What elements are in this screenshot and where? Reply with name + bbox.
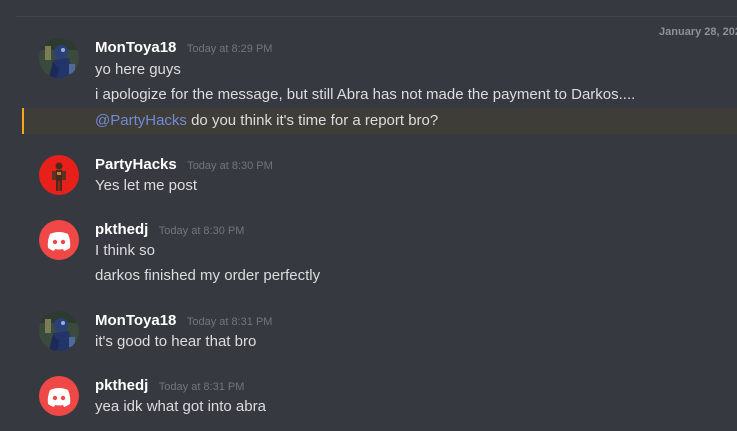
chat-messages: January 28, 202 MonToya18 Today at 8:29 … [0, 0, 737, 431]
username[interactable]: MonToya18 [95, 312, 176, 329]
message-text: yo here guys [95, 61, 181, 78]
date-divider-label: January 28, 202 [653, 25, 737, 39]
date-divider: January 28, 202 [16, 16, 737, 39]
user-avatar-pkthedj[interactable] [39, 376, 79, 416]
username[interactable]: PartyHacks [95, 156, 177, 173]
message-header: PartyHacks Today at 8:30 PM [95, 155, 273, 175]
timestamp: Today at 8:30 PM [187, 160, 273, 172]
timestamp: Today at 8:31 PM [158, 381, 245, 393]
username[interactable]: pkthedj [95, 377, 148, 394]
username[interactable]: pkthedj [95, 221, 148, 238]
message-header: pkthedj Today at 8:30 PM [95, 220, 244, 240]
user-avatar-pkthedj[interactable] [39, 220, 79, 260]
timestamp: Today at 8:30 PM [158, 225, 245, 237]
message-text: darkos finished my order perfectly [95, 267, 321, 284]
message-text: do you think it's time for a report bro? [186, 112, 439, 129]
user-avatar-partyhacks[interactable] [39, 155, 79, 195]
message-header: MonToya18 Today at 8:29 PM [95, 38, 272, 58]
user-avatar-montoya18[interactable] [39, 311, 79, 351]
message-text: yea idk what got into abra [95, 398, 266, 415]
message-text: i apologize for the message, but still A… [95, 86, 636, 103]
message-text: I think so [95, 242, 156, 259]
message-header: pkthedj Today at 8:31 PM [95, 376, 244, 396]
username[interactable]: MonToya18 [95, 39, 176, 56]
mention-bar [22, 108, 24, 134]
message-text: it's good to hear that bro [95, 333, 257, 350]
user-avatar-image [39, 311, 79, 351]
timestamp: Today at 8:29 PM [186, 43, 273, 55]
user-avatar-montoya18[interactable] [39, 38, 79, 78]
message-text: Yes let me post [95, 177, 198, 194]
user-avatar-image [39, 38, 79, 78]
discord-logo-icon [39, 220, 79, 260]
discord-logo-icon [39, 376, 79, 416]
message-text-mention: @PartyHacks do you think it's time for a… [95, 111, 438, 131]
red-figure-avatar [39, 155, 79, 195]
timestamp: Today at 8:31 PM [186, 316, 273, 328]
user-mention[interactable]: @PartyHacks [95, 112, 187, 129]
message-header: MonToya18 Today at 8:31 PM [95, 311, 272, 331]
